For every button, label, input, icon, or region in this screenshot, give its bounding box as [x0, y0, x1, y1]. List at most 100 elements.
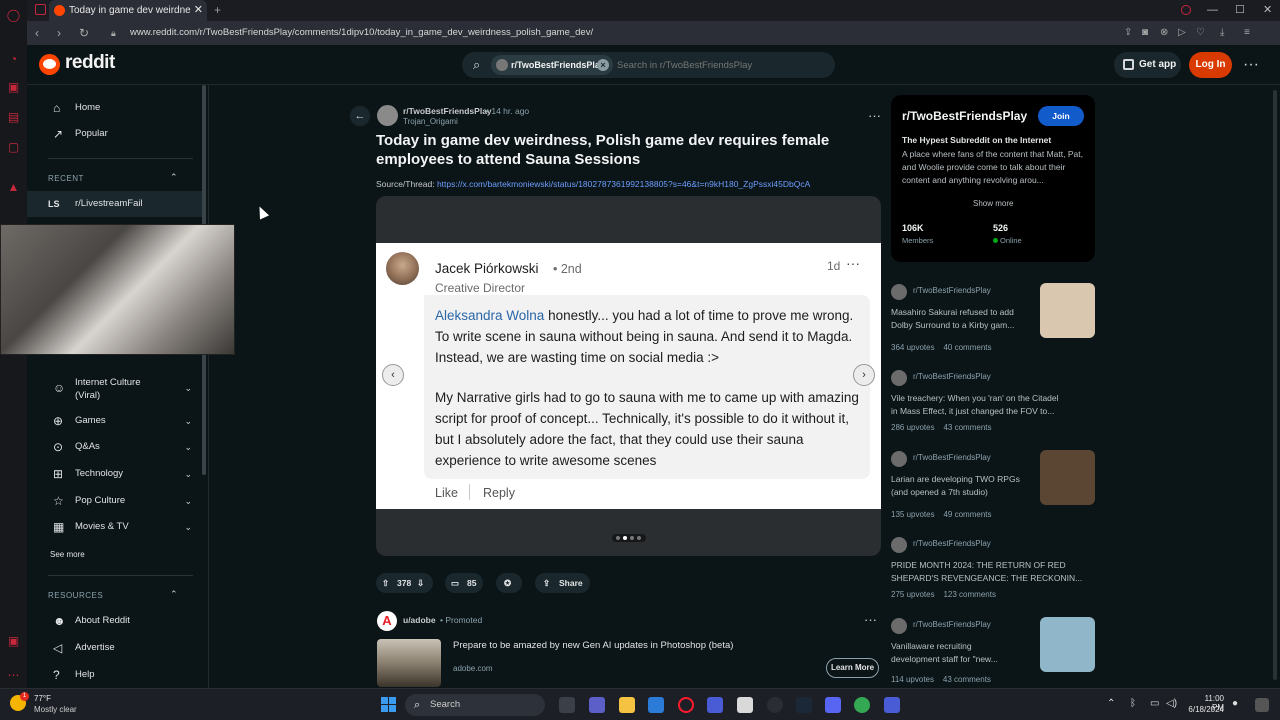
store-icon[interactable] — [648, 697, 664, 713]
discord-icon[interactable] — [825, 697, 841, 713]
related-post-title[interactable]: Larian are developing TWO RPGs (and opene… — [891, 473, 1020, 499]
post-author-link[interactable]: Trojan_Origami — [403, 117, 458, 126]
task-view-icon[interactable] — [559, 697, 575, 713]
related-post[interactable]: r/TwoBestFriendsPlay Vanillaware recruit… — [891, 617, 1095, 684]
more-options-icon[interactable]: ··· — [1243, 52, 1259, 78]
steam-icon[interactable] — [796, 697, 812, 713]
sidebar-item-popular[interactable]: ↗ Popular — [27, 121, 202, 147]
source-link[interactable]: https://x.com/bartekmoniewski/status/180… — [437, 179, 810, 189]
download-icon[interactable]: ⤓ — [1220, 21, 1224, 45]
heart-icon[interactable]: ♡ — [1196, 21, 1205, 45]
related-post-title[interactable]: Masahiro Sakurai refused to add Dolby Sur… — [891, 306, 1014, 332]
clock-date[interactable]: 6/18/2024 — [1184, 705, 1224, 714]
share-icon[interactable]: ⇪ — [1124, 21, 1132, 45]
more-icon[interactable]: ⋯ — [6, 668, 21, 683]
back-icon[interactable]: ‹ — [35, 21, 39, 45]
related-post-thumbnail[interactable] — [1040, 283, 1095, 338]
related-post-subreddit[interactable]: r/TwoBestFriendsPlay — [913, 453, 991, 462]
menu-icon[interactable]: ≡ — [1244, 21, 1250, 45]
weather-description[interactable]: Mostly clear — [34, 705, 77, 714]
new-tab-button[interactable]: + — [214, 0, 221, 21]
award-button[interactable]: ✪ — [496, 573, 522, 593]
tray-chevron-icon[interactable]: ⌃ — [1107, 698, 1115, 709]
chip-clear-icon[interactable]: × — [597, 59, 609, 71]
adobe-logo-icon[interactable]: A — [377, 611, 397, 631]
sidebar-item-advertise[interactable]: ◁ Advertise — [27, 635, 202, 661]
volume-icon[interactable]: ◁) — [1166, 698, 1177, 709]
search-input[interactable] — [617, 55, 827, 75]
subreddit-name[interactable]: r/TwoBestFriendsPlay — [902, 109, 1027, 123]
url-field[interactable]: www.reddit.com/r/TwoBestFriendsPlay/comm… — [130, 21, 593, 45]
related-post[interactable]: r/TwoBestFriendsPlay Larian are developi… — [891, 450, 1095, 523]
forward-icon[interactable]: › — [57, 21, 61, 45]
ad-thumbnail[interactable] — [377, 639, 441, 687]
reload-icon[interactable]: ↻ — [79, 21, 89, 45]
show-more-link[interactable]: Show more — [973, 199, 1013, 208]
messenger-icon[interactable]: ▢ — [6, 140, 21, 155]
carousel-dot[interactable] — [637, 536, 641, 540]
maximize-button[interactable]: ☐ — [1235, 0, 1245, 21]
get-app-button[interactable]: Get app — [1114, 52, 1181, 78]
sidebar-item-home[interactable]: ⌂ Home — [27, 95, 202, 121]
vegas-2-icon[interactable] — [884, 697, 900, 713]
ad-headline[interactable]: Prepare to be amazed by new Gen AI updat… — [453, 640, 733, 651]
sidebar-item-pop-culture[interactable]: ☆ Pop Culture ⌄ — [27, 488, 202, 514]
login-button[interactable]: Log In — [1189, 52, 1232, 78]
back-button[interactable]: ← — [350, 106, 370, 126]
copilot-icon[interactable] — [1255, 698, 1269, 712]
reddit-wordmark[interactable]: reddit — [65, 52, 115, 74]
sidebar-item-internet-culture[interactable]: ☺ Internet Culture (Viral) ⌄ — [27, 374, 202, 404]
ad-user-link[interactable]: u/adobe — [403, 615, 436, 625]
carousel-prev-button[interactable]: ‹ — [382, 364, 404, 386]
share-button[interactable]: ⇪ Share — [535, 573, 590, 593]
speed-dial-icon[interactable]: ◔ — [6, 52, 21, 67]
teams-icon[interactable] — [589, 697, 605, 713]
opera-logo-icon[interactable]: ◯ — [6, 8, 21, 23]
obs-icon[interactable] — [767, 697, 783, 713]
related-post-thumbnail[interactable] — [1040, 617, 1095, 672]
minimize-button[interactable]: — — [1207, 0, 1218, 21]
aria-icon[interactable]: ▲ — [6, 180, 21, 195]
sidebar-item-livestreamfail[interactable]: LS r/LivestreamFail — [27, 191, 202, 217]
carousel-dot[interactable] — [630, 536, 634, 540]
subreddit-avatar[interactable] — [377, 105, 398, 126]
related-post-thumbnail[interactable] — [1040, 450, 1095, 505]
page-scrollbar[interactable] — [1273, 90, 1277, 680]
downvote-icon[interactable]: ⇩ — [417, 573, 424, 593]
carousel-dot[interactable] — [616, 536, 620, 540]
shopping-icon[interactable]: ▣ — [6, 80, 21, 95]
upvote-icon[interactable]: ⇧ — [382, 573, 389, 593]
tab-close-icon[interactable]: ✕ — [194, 0, 203, 21]
vpn-icon[interactable]: ▷ — [1178, 21, 1186, 45]
related-post-subreddit[interactable]: r/TwoBestFriendsPlay — [913, 372, 991, 381]
bluetooth-icon[interactable]: ᛒ — [1130, 698, 1136, 709]
twitch-icon[interactable]: ▤ — [6, 110, 21, 125]
join-button[interactable]: Join — [1038, 106, 1084, 126]
sidebar-item-movies-tv[interactable]: ▦ Movies & TV ⌄ — [27, 514, 202, 540]
sidebar-item-help[interactable]: ? Help — [27, 662, 202, 688]
related-post-title[interactable]: Vanillaware recruiting development staff … — [891, 640, 998, 666]
sidebar-item-about[interactable]: ☻ About Reddit — [27, 608, 202, 634]
related-post[interactable]: r/TwoBestFriendsPlay Masahiro Sakurai re… — [891, 283, 1095, 356]
settings-icon[interactable]: ▣ — [6, 634, 21, 649]
chrome-icon[interactable] — [854, 697, 870, 713]
carousel-dot-active[interactable] — [623, 536, 627, 540]
chevron-up-icon[interactable]: ⌃ — [170, 172, 178, 183]
windows-start-icon[interactable] — [381, 697, 397, 713]
see-more-link[interactable]: See more — [50, 550, 85, 559]
sidebar-item-qas[interactable]: ⊙ Q&As ⌄ — [27, 434, 202, 460]
close-window-button[interactable]: ✕ — [1263, 0, 1272, 21]
related-post[interactable]: r/TwoBestFriendsPlay PRIDE MONTH 2024: T… — [891, 537, 1095, 599]
tab-active[interactable]: Today in game dev weirdne ✕ — [49, 0, 207, 21]
post-options-icon[interactable]: ··· — [868, 108, 881, 123]
post-subreddit-link[interactable]: r/TwoBestFriendsPlay — [403, 106, 492, 116]
chevron-up-icon[interactable]: ⌃ — [170, 589, 178, 600]
vegas-icon[interactable] — [707, 697, 723, 713]
search-subreddit-chip[interactable]: r/TwoBestFriendsPlay × — [491, 55, 613, 75]
snipping-tool-icon[interactable] — [737, 697, 753, 713]
weather-temperature[interactable]: 77°F — [34, 694, 51, 703]
sidebar-item-games[interactable]: ⊕ Games ⌄ — [27, 408, 202, 434]
opera-gx-icon[interactable] — [678, 697, 694, 713]
learn-more-button[interactable]: Learn More — [826, 658, 879, 678]
search-tabs-icon[interactable] — [1181, 5, 1191, 15]
